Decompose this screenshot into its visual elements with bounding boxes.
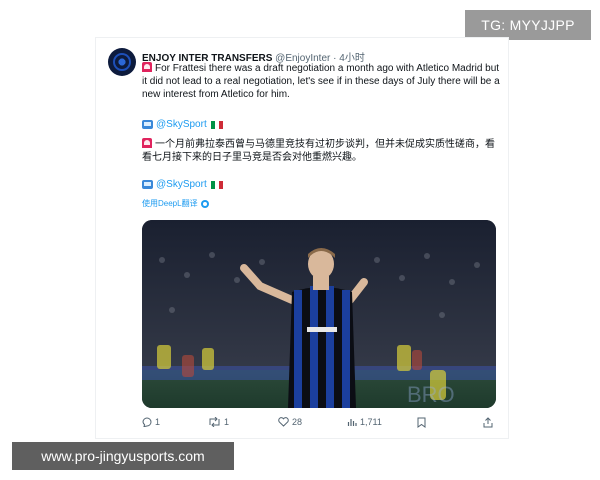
tweet-actions: 1 1 28 1,711 [142, 417, 502, 433]
italy-flag-icon [210, 180, 223, 189]
share-button[interactable] [483, 417, 496, 428]
translate-link[interactable]: 使用DeepL翻译 [142, 198, 198, 209]
bookmark-button[interactable] [417, 417, 429, 428]
bookmark-icon [417, 417, 426, 428]
tv-icon [142, 180, 153, 189]
views-count: 1,711 [360, 417, 382, 427]
tg-badge: TG: MYYJJPP [465, 10, 591, 40]
tweet-card: ENJOY INTER TRANSFERS @EnjoyInter · 4小时 … [96, 38, 508, 438]
share-icon [483, 417, 493, 428]
repost-icon [209, 417, 220, 427]
reply-icon [142, 417, 152, 427]
views-icon [347, 419, 357, 426]
tweet-text-zh-content: 一个月前弗拉泰西曾与马德里竞技有过初步谈判，但并未促成实质性磋商，看看七月接下来… [142, 139, 495, 163]
views-button[interactable]: 1,711 [347, 417, 382, 427]
reply-button[interactable]: 1 [142, 417, 160, 427]
deepl-icon [200, 199, 209, 208]
source-link-1[interactable]: @SkySport [156, 119, 207, 130]
siren-icon [142, 62, 152, 72]
source-row-1: @SkySport [142, 119, 223, 130]
like-icon [278, 417, 289, 427]
source-link-2[interactable]: @SkySport [156, 179, 207, 190]
translate-row[interactable]: 使用DeepL翻译 [142, 198, 209, 209]
repost-button[interactable]: 1 [208, 417, 229, 427]
like-count: 28 [292, 417, 303, 427]
tv-icon [142, 120, 153, 129]
tweet-text-zh: 一个月前弗拉泰西曾与马德里竞技有过初步谈判，但并未促成实质性磋商，看看七月接下来… [142, 138, 502, 164]
tweet-photo[interactable]: BRO [142, 220, 496, 408]
svg-text:BRO: BRO [407, 382, 455, 407]
repost-count: 1 [224, 417, 230, 427]
site-watermark: www.pro-jingyusports.com [12, 442, 234, 470]
siren-icon [142, 138, 152, 148]
source-row-2: @SkySport [142, 179, 223, 190]
tweet-text-en: For Frattesi there was a draft negotiati… [142, 62, 502, 101]
like-button[interactable]: 28 [278, 417, 302, 427]
reply-count: 1 [155, 417, 161, 427]
tweet-text-en-content: For Frattesi there was a draft negotiati… [142, 63, 500, 100]
stadium-photo: BRO [142, 220, 496, 408]
italy-flag-icon [210, 120, 223, 129]
author-avatar[interactable] [108, 48, 136, 76]
